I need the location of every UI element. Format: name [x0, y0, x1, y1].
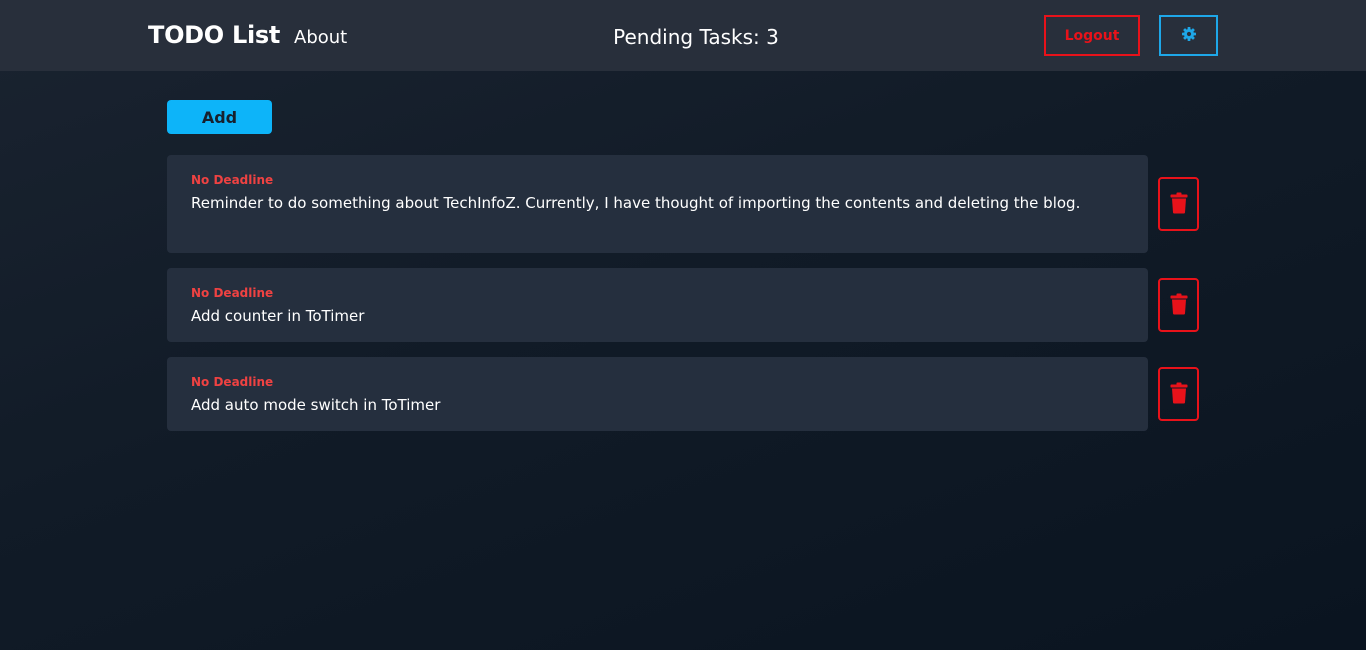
logout-button[interactable]: Logout [1044, 15, 1140, 56]
settings-button[interactable] [1159, 15, 1218, 56]
delete-button[interactable] [1158, 278, 1199, 332]
todo-text: Add auto mode switch in ToTimer [191, 396, 441, 414]
trash-icon [1170, 382, 1188, 407]
deadline-label: No Deadline [191, 286, 274, 300]
add-button[interactable]: Add [167, 100, 272, 134]
todo-text: Reminder to do something about TechInfoZ… [191, 194, 1081, 212]
todo-item: No Deadline Reminder to do something abo… [167, 155, 1148, 253]
navbar: TODO List About Pending Tasks: 3 Logout [0, 0, 1366, 71]
todo-text: Add counter in ToTimer [191, 307, 365, 325]
deadline-label: No Deadline [191, 173, 274, 187]
todo-item: No Deadline Add auto mode switch in ToTi… [167, 357, 1148, 431]
gear-icon [1181, 26, 1197, 45]
brand-title[interactable]: TODO List [148, 20, 280, 50]
delete-button[interactable] [1158, 177, 1199, 231]
about-link[interactable]: About [294, 26, 347, 50]
deadline-label: No Deadline [191, 375, 274, 389]
delete-button[interactable] [1158, 367, 1199, 421]
trash-icon [1170, 293, 1188, 318]
pending-tasks-count: Pending Tasks: 3 [613, 25, 779, 49]
trash-icon [1170, 192, 1188, 217]
todo-item: No Deadline Add counter in ToTimer [167, 268, 1148, 342]
